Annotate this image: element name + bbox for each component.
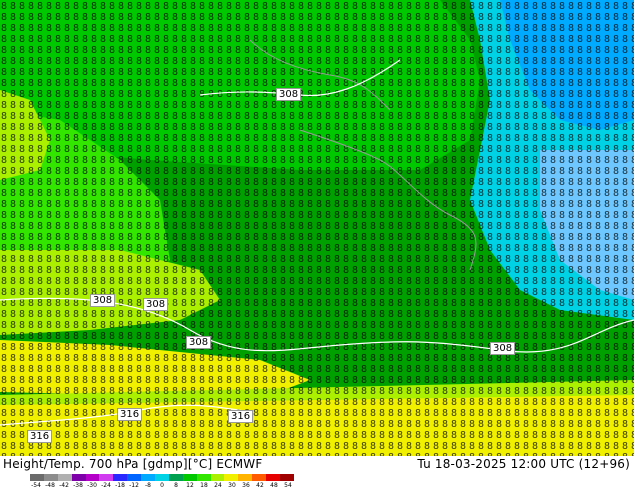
contour-label: 308 bbox=[276, 88, 302, 101]
colorbar-swatch bbox=[196, 474, 211, 481]
colorbar-swatch bbox=[85, 474, 100, 481]
colorbar-swatch bbox=[168, 474, 183, 481]
colorbar-swatch bbox=[182, 474, 197, 481]
colorbar-tick-label: 12 bbox=[186, 482, 194, 489]
colorbar-tick-label: -8 bbox=[145, 482, 151, 489]
colorbar-tick-label: -24 bbox=[101, 482, 111, 489]
colorbar-swatch bbox=[57, 474, 72, 481]
colorbar-swatch bbox=[224, 474, 239, 481]
temperature-field: 8 bbox=[0, 0, 634, 456]
colorbar-swatch bbox=[252, 474, 267, 481]
contour-label: 316 bbox=[27, 430, 53, 443]
colorbar-tick-label: -18 bbox=[115, 482, 125, 489]
colorbar-swatch bbox=[238, 474, 253, 481]
contour-label: 308 bbox=[90, 294, 116, 307]
colorbar-swatch bbox=[155, 474, 169, 481]
temperature-values-overlay bbox=[0, 0, 634, 456]
colorbar-swatch bbox=[113, 474, 128, 481]
colorbar-ticks: -54 -48 -42 -38 -30 -24 -18 -12 -8 0 8 12 18 24 30 36 42… bbox=[30, 482, 294, 490]
contour-label: 308 bbox=[143, 298, 169, 311]
map-title: Height/Temp. 700 hPa [gdmp][°C] ECMWF bbox=[3, 457, 263, 471]
colorbar-tick-label: -42 bbox=[59, 482, 69, 489]
colorbar-tick-label: 18 bbox=[200, 482, 208, 489]
colorbar-tick-label: -54 bbox=[31, 482, 41, 489]
colorbar-tick-label: -38 bbox=[73, 482, 83, 489]
colorbar-swatch bbox=[141, 474, 156, 481]
valid-time: Tu 18-03-2025 12:00 UTC (12+96) bbox=[417, 457, 630, 471]
colorbar-swatch bbox=[266, 474, 281, 481]
colorbar bbox=[30, 474, 294, 481]
colorbar-tick-label: 8 bbox=[174, 482, 178, 489]
colorbar-tick-label: 36 bbox=[242, 482, 250, 489]
contour-label: 316 bbox=[117, 408, 143, 421]
colorbar-tick-label: 48 bbox=[270, 482, 278, 489]
colorbar-tick-label: 24 bbox=[214, 482, 222, 489]
colorbar-tick-label: -48 bbox=[45, 482, 55, 489]
colorbar-tick-label: 0 bbox=[160, 482, 164, 489]
colorbar-swatch bbox=[280, 474, 294, 481]
colorbar-tick-label: 42 bbox=[256, 482, 264, 489]
contour-label: 308 bbox=[186, 336, 212, 349]
colorbar-swatch bbox=[99, 474, 114, 481]
colorbar-swatch bbox=[43, 474, 58, 481]
colorbar-swatch bbox=[30, 474, 44, 481]
contour-label: 308 bbox=[490, 342, 516, 355]
map-panel: 8 308 308 308 308 308 316 316 316 bbox=[0, 0, 634, 456]
colorbar-swatch bbox=[127, 474, 142, 481]
colorbar-tick-label: 30 bbox=[228, 482, 236, 489]
colorbar-tick-label: -12 bbox=[129, 482, 139, 489]
colorbar-swatch bbox=[71, 474, 86, 481]
colorbar-swatch bbox=[210, 474, 225, 481]
colorbar-tick-label: 54 bbox=[284, 482, 292, 489]
contour-label: 316 bbox=[228, 410, 254, 423]
colorbar-tick-label: -30 bbox=[87, 482, 97, 489]
map-footer: Height/Temp. 700 hPa [gdmp][°C] ECMWF Tu… bbox=[0, 456, 634, 490]
